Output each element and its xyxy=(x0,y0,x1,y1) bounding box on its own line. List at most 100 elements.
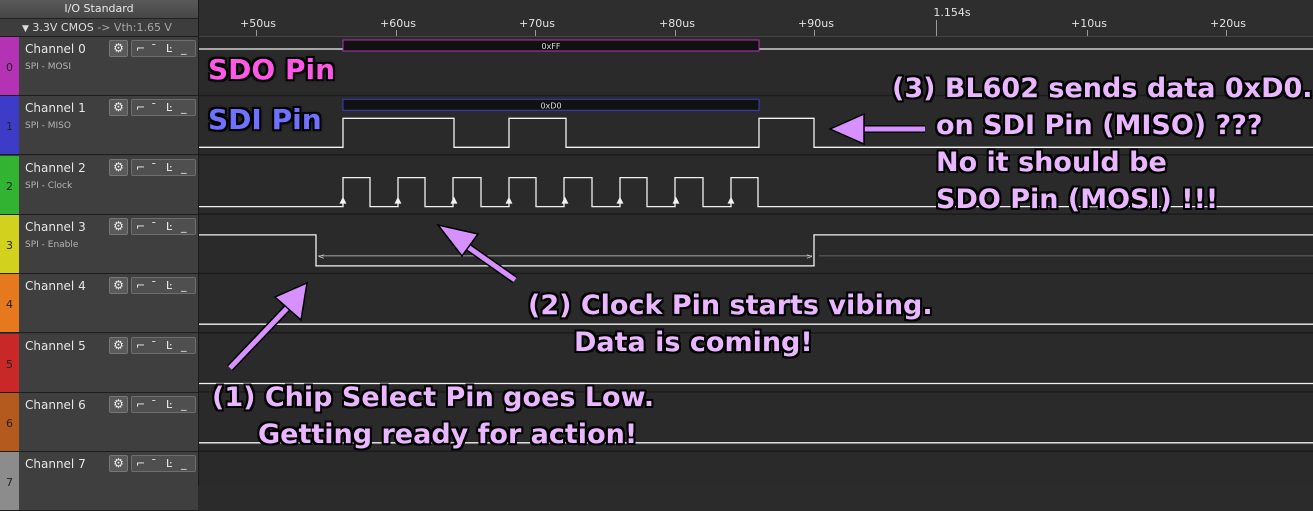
ruler-tick-mark xyxy=(814,30,815,36)
channel-analyzer-label: SPI - Clock xyxy=(25,180,73,191)
gear-icon[interactable]: ⚙ xyxy=(109,99,128,117)
low-level-icon[interactable]: _ xyxy=(181,100,187,115)
channel-row[interactable]: 7 Channel 7 ⚙ ⌐ ¯ Ŀ _ xyxy=(0,452,198,511)
ruler-tick-label: +60us xyxy=(380,17,416,30)
gear-icon[interactable]: ⚙ xyxy=(109,336,128,354)
ruler-tick-label: +80us xyxy=(659,17,695,30)
annotation-3-line3: No it should be xyxy=(936,147,1167,178)
annotation-1-line1: (1) Chip Select Pin goes Low. xyxy=(212,382,655,413)
rising-edge-icon[interactable]: ⌐ xyxy=(136,456,145,471)
ruler-tick-mark xyxy=(675,30,676,36)
channel-name[interactable]: Channel 6 xyxy=(25,398,86,412)
gear-icon[interactable]: ⚙ xyxy=(109,158,128,176)
ruler-tick-mark xyxy=(535,30,536,36)
gear-icon[interactable]: ⚙ xyxy=(109,217,128,235)
channel-row[interactable]: 5 Channel 5 ⚙ ⌐ ¯ Ŀ _ xyxy=(0,333,198,393)
channel-panel: I/O Standard ▼ 3.3V CMOS -> Vth:1.65 V 0… xyxy=(0,0,199,511)
annotation-1-line2: Getting ready for action! xyxy=(258,419,638,450)
dropdown-triangle-icon[interactable]: ▼ xyxy=(22,24,29,34)
ruler-tick-label: +70us xyxy=(519,17,555,30)
low-level-icon[interactable]: _ xyxy=(181,160,187,175)
channel-name[interactable]: Channel 5 xyxy=(25,339,86,353)
trigger-buttons[interactable]: ⌐ ¯ Ŀ _ xyxy=(131,40,196,57)
channel-name[interactable]: Channel 3 xyxy=(25,220,86,234)
high-level-icon[interactable]: ¯ xyxy=(151,397,157,412)
ruler-tick-mark xyxy=(256,30,257,36)
gear-icon[interactable]: ⚙ xyxy=(109,395,128,413)
time-ruler[interactable]: 1.154s +50us +60us +70us +80us +90us +10us +20… xyxy=(199,0,1313,37)
falling-edge-icon[interactable]: Ŀ xyxy=(166,397,172,412)
channel-row[interactable]: 3 Channel 3 SPI - Enable ⚙ ⌐ ¯ Ŀ _ xyxy=(0,214,198,274)
low-level-icon[interactable]: _ xyxy=(181,219,187,234)
waveform-lane xyxy=(199,214,1313,273)
rising-edge-icon[interactable]: ⌐ xyxy=(136,397,145,412)
logic-analyzer-window: I/O Standard ▼ 3.3V CMOS -> Vth:1.65 V 0… xyxy=(0,0,1313,511)
ruler-marker: 1.154s xyxy=(933,6,971,19)
rising-edge-icon[interactable]: ⌐ xyxy=(136,278,145,293)
falling-edge-icon[interactable]: Ŀ xyxy=(166,456,172,471)
high-level-icon[interactable]: ¯ xyxy=(151,338,157,353)
channel-name[interactable]: Channel 0 xyxy=(25,42,86,56)
low-level-icon[interactable]: _ xyxy=(181,397,187,412)
channel-analyzer-label: SPI - Enable xyxy=(25,239,79,250)
trigger-buttons[interactable]: ⌐ ¯ Ŀ _ xyxy=(131,99,196,117)
low-level-icon[interactable]: _ xyxy=(181,278,187,293)
trigger-buttons[interactable]: ⌐ ¯ Ŀ _ xyxy=(131,395,196,413)
sdo-pin-label: SDO Pin xyxy=(208,53,336,86)
falling-edge-icon[interactable]: Ŀ xyxy=(166,100,172,115)
rising-edge-icon[interactable]: ⌐ xyxy=(136,41,145,56)
trigger-buttons[interactable]: ⌐ ¯ Ŀ _ xyxy=(131,158,196,176)
rising-edge-icon[interactable]: ⌐ xyxy=(136,160,145,175)
high-level-icon[interactable]: ¯ xyxy=(151,278,157,293)
rising-edge-icon[interactable]: ⌐ xyxy=(136,219,145,234)
channel-row[interactable]: 4 Channel 4 ⚙ ⌐ ¯ Ŀ _ xyxy=(0,274,198,334)
low-level-icon[interactable]: _ xyxy=(181,456,187,471)
ruler-tick-mark xyxy=(396,30,397,36)
channel-row[interactable]: 2 Channel 2 SPI - Clock ⚙ ⌐ ¯ Ŀ _ xyxy=(0,155,198,215)
channel-analyzer-label: SPI - MOSI xyxy=(25,62,71,72)
trigger-buttons[interactable]: ⌐ ¯ Ŀ _ xyxy=(131,336,196,354)
clock-edge-marker: ▲ xyxy=(340,196,347,206)
falling-edge-icon[interactable]: Ŀ xyxy=(166,41,172,56)
low-level-icon[interactable]: _ xyxy=(181,338,187,353)
annotation-3-line1: (3) BL602 sends data 0xD0... xyxy=(892,73,1313,104)
annotation-3: (3) BL602 sends data 0xD0... on SDI Pin … xyxy=(892,70,1313,218)
ruler-tick-mark xyxy=(1087,30,1088,36)
channel-analyzer-label: SPI - MISO xyxy=(25,121,71,132)
rising-edge-icon[interactable]: ⌐ xyxy=(136,338,145,353)
high-level-icon[interactable]: ¯ xyxy=(151,219,157,234)
falling-edge-icon[interactable]: Ŀ xyxy=(166,219,172,234)
gear-icon[interactable]: ⚙ xyxy=(109,40,128,57)
gear-icon[interactable]: ⚙ xyxy=(109,455,128,473)
channel-name[interactable]: Channel 2 xyxy=(25,161,86,175)
io-standard-row[interactable]: ▼ 3.3V CMOS -> Vth:1.65 V xyxy=(0,19,198,37)
annotation-2: (2) Clock Pin starts vibing. Data is com… xyxy=(528,287,933,361)
clock-edge-marker: ▲ xyxy=(451,196,458,206)
high-level-icon[interactable]: ¯ xyxy=(151,456,157,471)
gear-icon[interactable]: ⚙ xyxy=(109,277,128,295)
io-standard-title: I/O Standard xyxy=(0,0,198,19)
annotation-1: (1) Chip Select Pin goes Low. Getting re… xyxy=(212,379,654,453)
falling-edge-icon[interactable]: Ŀ xyxy=(166,278,172,293)
high-level-icon[interactable]: ¯ xyxy=(151,160,157,175)
falling-edge-icon[interactable]: Ŀ xyxy=(166,338,172,353)
high-level-icon[interactable]: ¯ xyxy=(151,100,157,115)
trigger-buttons[interactable]: ⌐ ¯ Ŀ _ xyxy=(131,455,196,473)
channel-name[interactable]: Channel 4 xyxy=(25,279,86,293)
high-level-icon[interactable]: ¯ xyxy=(151,41,157,56)
pulse-width-left: < xyxy=(318,252,325,261)
channel-name[interactable]: Channel 1 xyxy=(25,101,86,115)
ruler-tick-mark xyxy=(1226,30,1227,36)
rising-edge-icon[interactable]: ⌐ xyxy=(136,100,145,115)
channel-name[interactable]: Channel 7 xyxy=(25,457,86,471)
channel-row[interactable]: 0 Channel 0 SPI - MOSI ⚙ ⌐ ¯ Ŀ _ xyxy=(0,37,198,96)
channel-row[interactable]: 6 Channel 6 ⚙ ⌐ ¯ Ŀ _ xyxy=(0,392,198,452)
channel-index: 1 xyxy=(6,120,13,134)
io-voltage[interactable]: 3.3V CMOS xyxy=(32,21,93,34)
trigger-buttons[interactable]: ⌐ ¯ Ŀ _ xyxy=(131,217,196,235)
falling-edge-icon[interactable]: Ŀ xyxy=(166,160,172,175)
clock-edge-marker: ▲ xyxy=(728,196,735,206)
channel-row[interactable]: 1 Channel 1 SPI - MISO ⚙ ⌐ ¯ Ŀ _ xyxy=(0,96,198,156)
low-level-icon[interactable]: _ xyxy=(181,41,187,56)
trigger-buttons[interactable]: ⌐ ¯ Ŀ _ xyxy=(131,277,196,295)
